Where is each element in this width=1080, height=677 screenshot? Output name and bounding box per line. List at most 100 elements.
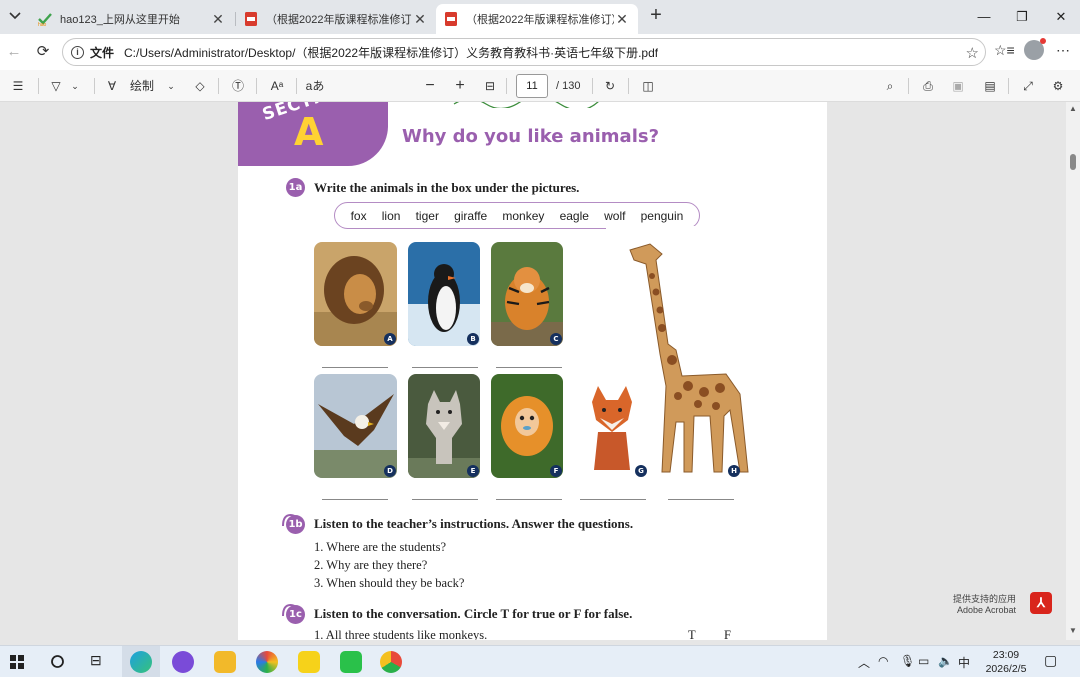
draw-icon[interactable]: ∀	[102, 76, 122, 96]
picture-label-d: D	[384, 465, 396, 477]
fit-page-icon[interactable]: ⊟	[480, 76, 500, 96]
notification-icon[interactable]: ▢	[1044, 652, 1057, 669]
word-wolf: wolf	[604, 208, 626, 223]
highlight-icon[interactable]: ▽	[46, 76, 66, 96]
restore-button[interactable]: ❐	[1008, 6, 1036, 28]
close-tab-icon[interactable]: ✕	[614, 11, 630, 28]
toolbar-divider	[94, 78, 95, 94]
save-icon[interactable]: ▣	[948, 76, 968, 96]
svg-text:hao: hao	[38, 22, 47, 26]
document-viewport[interactable]: SECTION A Why do you like animals? 1a Wr…	[0, 102, 1066, 640]
tab-pdf-1[interactable]: （根据2022年版课程标准修订）义 ✕	[236, 4, 436, 34]
search-icon[interactable]: ⌕	[880, 76, 900, 96]
exercise-1a-instruction: Write the animals in the box under the p…	[314, 180, 580, 195]
clock-time: 23:09	[992, 649, 1020, 661]
eraser-icon[interactable]: ◇	[190, 76, 210, 96]
edge-browser-icon[interactable]	[130, 651, 152, 673]
answer-line	[412, 367, 478, 368]
more-options-icon[interactable]: ⋯	[1056, 42, 1070, 59]
microphone-icon[interactable]: 🎙	[900, 654, 915, 668]
settings-gear-icon[interactable]: ⚙	[1048, 76, 1068, 96]
navigation-bar: ← ⟳ i 文件 C:/Users/Administrator/Desktop/…	[0, 34, 1080, 70]
close-tab-icon[interactable]: ✕	[412, 11, 428, 28]
true-option[interactable]: T	[688, 628, 696, 640]
text-box-icon[interactable]: Ⓣ	[228, 76, 248, 96]
taskbar: ⊟ ︿ ◠ 🎙 ▭ 🔈 中 23:09 2026/2/5 ▢	[0, 645, 1080, 677]
answer-line	[412, 499, 478, 500]
tab-hao123[interactable]: hao hao123_上网从这里开始 ✕	[30, 4, 234, 34]
info-icon[interactable]: i	[71, 45, 84, 59]
tab-title: （根据2022年版课程标准修订）义	[266, 14, 412, 26]
hao123-icon: hao	[38, 13, 52, 26]
back-button[interactable]: ←	[2, 40, 26, 64]
wechat-icon[interactable]	[340, 651, 362, 673]
translate-button[interactable]: aあ	[304, 76, 326, 96]
rotate-icon[interactable]: ↻	[600, 76, 620, 96]
tab-pdf-2-active[interactable]: （根据2022年版课程标准修订）义 ✕	[436, 4, 638, 34]
windows-start-icon[interactable]	[10, 655, 24, 669]
address-bar[interactable]: i 文件 C:/Users/Administrator/Desktop/（根据2…	[62, 38, 986, 66]
read-aloud-icon[interactable]: A͏ᵃ	[266, 76, 288, 96]
wolf-picture	[408, 374, 480, 478]
vertical-scrollbar[interactable]: ▲ ▼	[1066, 102, 1080, 640]
close-window-button[interactable]: ✕	[1047, 6, 1075, 28]
scroll-up-arrow-icon[interactable]: ▲	[1069, 104, 1077, 113]
clock-date: 2026/2/5	[985, 663, 1027, 675]
acrobat-promo[interactable]: 提供支持的应用 Adobe Acrobat ⅄	[953, 590, 1058, 620]
close-tab-icon[interactable]: ✕	[210, 11, 226, 28]
page-view-icon[interactable]: ◫	[638, 76, 658, 96]
avatar[interactable]	[1024, 38, 1046, 60]
chevron-down-icon[interactable]: ⌄	[164, 76, 178, 96]
picture-label-f: F	[550, 465, 562, 477]
decorative-scribble	[453, 102, 599, 108]
search-icon[interactable]	[50, 654, 65, 669]
refresh-button[interactable]: ⟳	[31, 40, 55, 64]
battery-icon[interactable]: ▭	[918, 654, 929, 668]
adobe-acrobat-icon[interactable]: ⅄	[1030, 592, 1052, 614]
scrollbar-thumb[interactable]	[1070, 154, 1076, 170]
chevron-down-icon[interactable]: ⌄	[68, 76, 82, 96]
url-text[interactable]: C:/Users/Administrator/Desktop/（根据2022年版…	[124, 44, 658, 61]
show-hidden-icons-chevron-icon[interactable]: ︿	[858, 654, 870, 671]
answer-line	[668, 499, 734, 500]
new-tab-button[interactable]: +	[646, 5, 666, 26]
task-view-icon[interactable]: ⊟	[90, 652, 102, 669]
minimize-button[interactable]: —	[970, 6, 998, 28]
answer-line	[496, 499, 562, 500]
page-number-input[interactable]: 11	[516, 74, 548, 98]
volume-icon[interactable]: 🔈	[938, 654, 953, 668]
contents-icon[interactable]: ☰	[8, 76, 28, 96]
exercise-number-1a: 1a	[286, 178, 305, 197]
photos-icon[interactable]	[256, 651, 278, 673]
chrome-icon[interactable]	[380, 651, 402, 673]
zoom-in-button[interactable]: +	[450, 76, 470, 96]
save-as-icon[interactable]: ▤	[980, 76, 1000, 96]
star-icon[interactable]: ☆	[966, 44, 979, 62]
protocol-label: 文件	[90, 45, 115, 60]
favorites-icon[interactable]: ☆≡	[994, 42, 1015, 59]
section-badge: SECTION A	[238, 102, 388, 166]
tab-actions-menu-button[interactable]	[4, 5, 26, 27]
file-explorer-icon[interactable]	[214, 651, 236, 673]
print-icon[interactable]: ⎙	[918, 76, 938, 96]
chevron-down-icon	[9, 12, 21, 20]
false-option[interactable]: F	[724, 628, 731, 640]
app-icon[interactable]	[172, 651, 194, 673]
answer-line	[322, 367, 388, 368]
fullscreen-icon[interactable]: ⤢	[1018, 76, 1038, 96]
wifi-icon[interactable]: ◠	[878, 654, 888, 668]
ime-indicator[interactable]: 中	[958, 654, 970, 671]
fox-picture	[576, 374, 648, 478]
draw-button[interactable]: 绘制	[124, 76, 160, 96]
pdf-icon	[245, 12, 257, 26]
eagle-picture	[314, 374, 397, 478]
clock[interactable]: 23:09 2026/2/5	[980, 648, 1032, 676]
question-2: 2. Why are they there?	[314, 558, 428, 572]
scroll-down-arrow-icon[interactable]: ▼	[1069, 626, 1077, 635]
word-penguin: penguin	[640, 208, 684, 223]
messenger-icon[interactable]	[298, 651, 320, 673]
pdf-icon	[445, 12, 457, 26]
monkey-picture	[491, 374, 563, 478]
zoom-out-button[interactable]: −	[420, 76, 440, 96]
toolbar-divider	[1008, 78, 1009, 94]
